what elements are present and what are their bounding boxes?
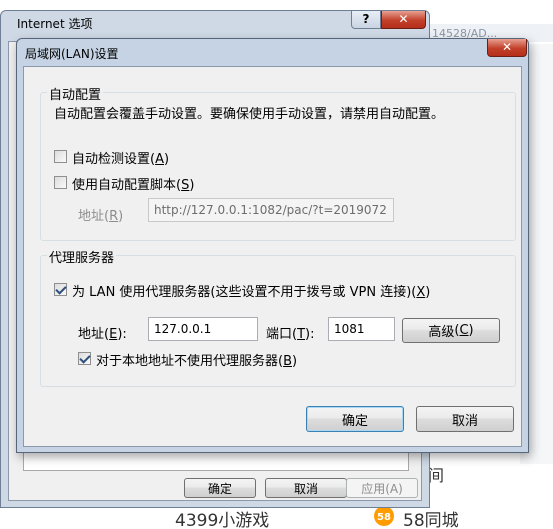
use-proxy-checkbox[interactable] xyxy=(54,283,67,296)
proxy-port-label: 端口(T): xyxy=(266,327,315,342)
proxy-address-input[interactable]: 127.0.0.1 xyxy=(148,317,258,341)
lan-settings-title: 局域网(LAN)设置 xyxy=(25,47,119,61)
auto-config-description: 自动配置会覆盖手动设置。要确保使用手动设置，请禁用自动配置。 xyxy=(54,107,445,122)
script-address-label: 地址(R) xyxy=(78,209,124,224)
auto-script-label[interactable]: 使用自动配置脚本(S) xyxy=(72,174,194,193)
parent-ok-button[interactable]: 确定 xyxy=(184,478,256,498)
dialog-close-button[interactable]: ✕ xyxy=(487,39,527,57)
background-fragment-char: 间 xyxy=(428,466,445,485)
use-proxy-label[interactable]: 为 LAN 使用代理服务器(这些设置不用于拨号或 VPN 连接)(X) xyxy=(72,281,430,300)
auto-script-checkbox[interactable] xyxy=(54,176,67,189)
link-58-city[interactable]: 58同城 xyxy=(403,506,459,529)
internet-options-title: Internet 选项 xyxy=(17,17,93,31)
parent-cancel-button[interactable]: 取消 xyxy=(265,478,347,498)
proxy-address-label: 地址(E): xyxy=(78,327,127,342)
help-button[interactable]: ? xyxy=(351,11,381,29)
parent-close-button[interactable]: ✕ xyxy=(381,11,426,29)
svg-text:58: 58 xyxy=(377,512,391,523)
auto-config-group-label: 自动配置 xyxy=(47,84,104,103)
script-address-input[interactable]: http://127.0.0.1:1082/pac/?t=2019072 xyxy=(148,198,394,222)
58-logo-icon: 58 xyxy=(374,506,394,526)
bypass-local-label[interactable]: 对于本地地址不使用代理服务器(B) xyxy=(96,350,297,369)
lan-settings-dialog: 局域网(LAN)设置 ✕ 自动配置 自动配置会覆盖手动设置。要确保使用手动设置，… xyxy=(16,38,529,453)
auto-detect-label[interactable]: 自动检测设置(A) xyxy=(72,148,169,167)
link-4399-games[interactable]: 4399小游戏 xyxy=(175,506,269,529)
bypass-local-checkbox[interactable] xyxy=(78,352,91,365)
proxy-group-label: 代理服务器 xyxy=(47,247,117,266)
parent-apply-button[interactable]: 应用(A) xyxy=(346,478,418,498)
cancel-button[interactable]: 取消 xyxy=(416,406,514,432)
advanced-button[interactable]: 高级(C) xyxy=(402,318,500,343)
auto-detect-checkbox[interactable] xyxy=(54,150,67,163)
lan-settings-body: 自动配置 自动配置会覆盖手动设置。要确保使用手动设置，请禁用自动配置。 自动检测… xyxy=(23,66,522,447)
proxy-port-input[interactable]: 1081 xyxy=(328,317,395,341)
ok-button[interactable]: 确定 xyxy=(306,406,404,432)
